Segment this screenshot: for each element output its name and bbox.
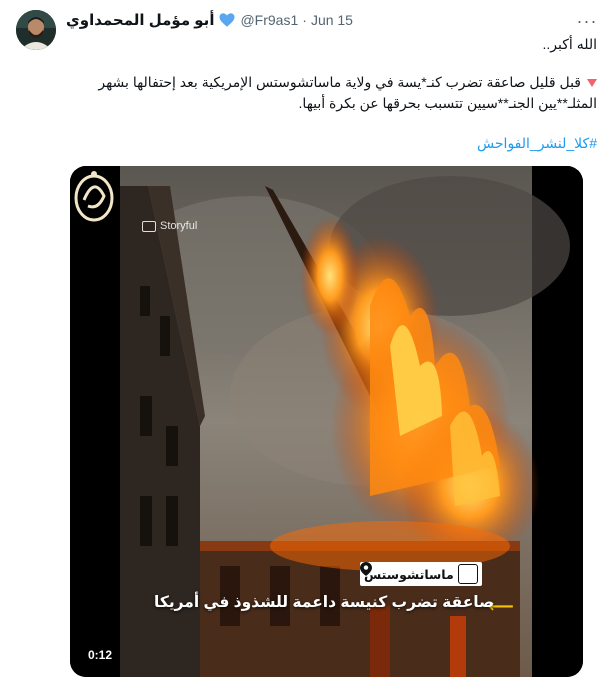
author-handle[interactable]: @Fr9as1 [240, 12, 298, 28]
storyful-watermark: Storyful [142, 220, 197, 232]
location-tag: ماساتشوستس [360, 562, 482, 586]
al-jazeera-logo [74, 171, 114, 222]
video-player[interactable]: Storyful ماساتشوستس ⟵ صاعقة تضرب كنيسة د… [70, 166, 583, 677]
storyful-label: Storyful [160, 220, 198, 232]
video-caption: صاعقة تضرب كنيسة داعمة للشذوذ في أمريكا [154, 594, 495, 611]
location-label: ماساتشوستس [364, 567, 454, 582]
tweet-text-line2: قبل قليل صاعقة تضرب كنـ*يسة في ولاية ماس… [98, 74, 597, 111]
red-triangle-icon [587, 79, 597, 88]
tweet-text-line1: الله أكبر.. [542, 36, 597, 52]
tweet-header: أبو مؤمل المحمداوي @Fr9as1 · Jun 15 [66, 10, 353, 30]
hashtag-link[interactable]: #كلا_لنشر_الفواحش [66, 133, 597, 154]
storyful-icon [142, 220, 156, 232]
tweet-date[interactable]: Jun 15 [311, 12, 353, 28]
video-duration: 0:12 [82, 646, 119, 664]
tweet[interactable]: أبو مؤمل المحمداوي @Fr9as1 · Jun 15 ··· … [0, 0, 613, 681]
avatar[interactable] [16, 10, 56, 50]
verified-heart-icon [219, 13, 235, 27]
tweet-text-body: قبل قليل صاعقة تضرب كنـ*يسة في ولاية ماس… [66, 72, 597, 114]
more-options-icon[interactable]: ··· [575, 9, 599, 33]
author-name[interactable]: أبو مؤمل المحمداوي [66, 11, 214, 29]
location-pin-icon [360, 562, 478, 584]
separator-dot: · [302, 12, 307, 28]
